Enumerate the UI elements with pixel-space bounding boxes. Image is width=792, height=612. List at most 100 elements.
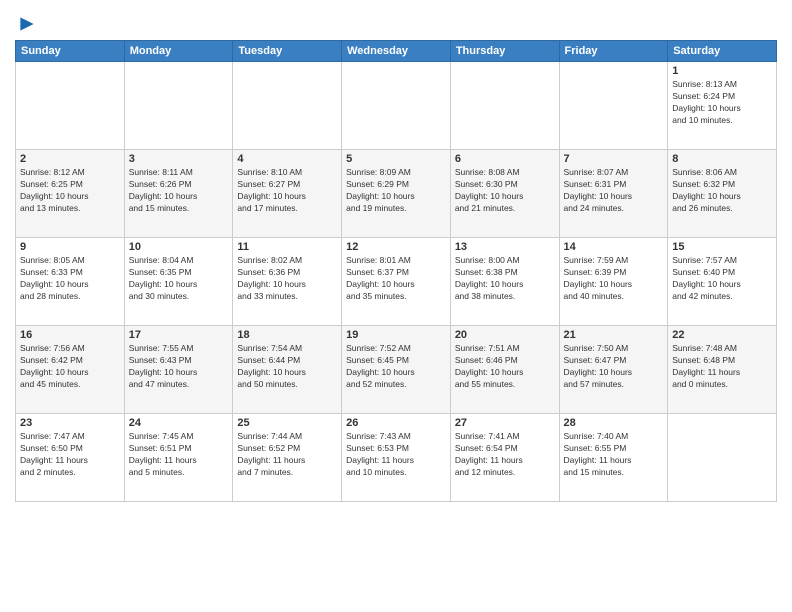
- weekday-header-saturday: Saturday: [668, 41, 777, 62]
- day-cell: 13 Sunrise: 8:00 AM Sunset: 6:38 PM Dayli…: [450, 238, 559, 326]
- day-number: 18: [237, 329, 337, 341]
- header: [15, 10, 777, 34]
- day-number: 5: [346, 153, 446, 165]
- week-row-3: 9 Sunrise: 8:05 AM Sunset: 6:33 PM Daylig…: [16, 238, 777, 326]
- day-cell: 2 Sunrise: 8:12 AM Sunset: 6:25 PM Daylig…: [16, 150, 125, 238]
- day-number: 8: [672, 153, 772, 165]
- day-cell: 21 Sunrise: 7:50 AM Sunset: 6:47 PM Dayli…: [559, 326, 668, 414]
- day-info: Sunrise: 8:08 AM Sunset: 6:30 PM Dayligh…: [455, 167, 555, 215]
- day-info: Sunrise: 7:40 AM Sunset: 6:55 PM Dayligh…: [564, 431, 664, 479]
- weekday-header-monday: Monday: [124, 41, 233, 62]
- day-cell: 23 Sunrise: 7:47 AM Sunset: 6:50 PM Dayli…: [16, 414, 125, 502]
- day-cell: 22 Sunrise: 7:48 AM Sunset: 6:48 PM Dayli…: [668, 326, 777, 414]
- day-info: Sunrise: 7:56 AM Sunset: 6:42 PM Dayligh…: [20, 343, 120, 391]
- day-info: Sunrise: 7:50 AM Sunset: 6:47 PM Dayligh…: [564, 343, 664, 391]
- day-info: Sunrise: 7:48 AM Sunset: 6:48 PM Dayligh…: [672, 343, 772, 391]
- day-cell: 28 Sunrise: 7:40 AM Sunset: 6:55 PM Dayli…: [559, 414, 668, 502]
- day-number: 7: [564, 153, 664, 165]
- day-info: Sunrise: 7:41 AM Sunset: 6:54 PM Dayligh…: [455, 431, 555, 479]
- day-cell: 17 Sunrise: 7:55 AM Sunset: 6:43 PM Dayli…: [124, 326, 233, 414]
- day-cell: 27 Sunrise: 7:41 AM Sunset: 6:54 PM Dayli…: [450, 414, 559, 502]
- day-info: Sunrise: 7:52 AM Sunset: 6:45 PM Dayligh…: [346, 343, 446, 391]
- day-info: Sunrise: 7:44 AM Sunset: 6:52 PM Dayligh…: [237, 431, 337, 479]
- day-info: Sunrise: 8:13 AM Sunset: 6:24 PM Dayligh…: [672, 79, 772, 127]
- day-cell: [233, 62, 342, 150]
- day-info: Sunrise: 7:51 AM Sunset: 6:46 PM Dayligh…: [455, 343, 555, 391]
- day-cell: 19Sunrise: 7:52 AM Sunset: 6:45 PM Dayli…: [342, 326, 451, 414]
- day-number: 15: [672, 241, 772, 253]
- weekday-header-wednesday: Wednesday: [342, 41, 451, 62]
- day-cell: 24Sunrise: 7:45 AM Sunset: 6:51 PM Dayli…: [124, 414, 233, 502]
- day-number: 28: [564, 417, 664, 429]
- day-cell: 4 Sunrise: 8:10 AM Sunset: 6:27 PM Daylig…: [233, 150, 342, 238]
- weekday-header-thursday: Thursday: [450, 41, 559, 62]
- day-cell: 16 Sunrise: 7:56 AM Sunset: 6:42 PM Dayli…: [16, 326, 125, 414]
- day-cell: 3 Sunrise: 8:11 AM Sunset: 6:26 PM Daylig…: [124, 150, 233, 238]
- day-info: Sunrise: 8:09 AM Sunset: 6:29 PM Dayligh…: [346, 167, 446, 215]
- weekday-header-sunday: Sunday: [16, 41, 125, 62]
- day-cell: 15 Sunrise: 7:57 AM Sunset: 6:40 PM Dayli…: [668, 238, 777, 326]
- day-number: 17: [129, 329, 229, 341]
- day-info: Sunrise: 8:05 AM Sunset: 6:33 PM Dayligh…: [20, 255, 120, 303]
- day-cell: 25 Sunrise: 7:44 AM Sunset: 6:52 PM Dayli…: [233, 414, 342, 502]
- week-row-2: 2 Sunrise: 8:12 AM Sunset: 6:25 PM Daylig…: [16, 150, 777, 238]
- weekday-header-row: SundayMondayTuesdayWednesdayThursdayFrid…: [16, 41, 777, 62]
- weekday-header-friday: Friday: [559, 41, 668, 62]
- day-cell: 9 Sunrise: 8:05 AM Sunset: 6:33 PM Daylig…: [16, 238, 125, 326]
- day-number: 3: [129, 153, 229, 165]
- logo: [15, 14, 37, 34]
- day-info: Sunrise: 8:00 AM Sunset: 6:38 PM Dayligh…: [455, 255, 555, 303]
- day-cell: 5 Sunrise: 8:09 AM Sunset: 6:29 PM Daylig…: [342, 150, 451, 238]
- day-number: 24: [129, 417, 229, 429]
- day-number: 21: [564, 329, 664, 341]
- day-cell: [450, 62, 559, 150]
- day-cell: [668, 414, 777, 502]
- day-number: 26: [346, 417, 446, 429]
- day-number: 9: [20, 241, 120, 253]
- day-cell: 12 Sunrise: 8:01 AM Sunset: 6:37 PM Dayli…: [342, 238, 451, 326]
- day-number: 22: [672, 329, 772, 341]
- day-info: Sunrise: 8:10 AM Sunset: 6:27 PM Dayligh…: [237, 167, 337, 215]
- day-cell: 10Sunrise: 8:04 AM Sunset: 6:35 PM Dayli…: [124, 238, 233, 326]
- day-number: 13: [455, 241, 555, 253]
- day-cell: 6 Sunrise: 8:08 AM Sunset: 6:30 PM Daylig…: [450, 150, 559, 238]
- day-number: 2: [20, 153, 120, 165]
- day-cell: [16, 62, 125, 150]
- day-cell: 14 Sunrise: 7:59 AM Sunset: 6:39 PM Dayli…: [559, 238, 668, 326]
- day-info: Sunrise: 8:07 AM Sunset: 6:31 PM Dayligh…: [564, 167, 664, 215]
- day-info: Sunrise: 7:47 AM Sunset: 6:50 PM Dayligh…: [20, 431, 120, 479]
- day-number: 23: [20, 417, 120, 429]
- week-row-5: 23 Sunrise: 7:47 AM Sunset: 6:50 PM Dayli…: [16, 414, 777, 502]
- day-number: 4: [237, 153, 337, 165]
- day-cell: 1 Sunrise: 8:13 AM Sunset: 6:24 PM Daylig…: [668, 62, 777, 150]
- week-row-4: 16 Sunrise: 7:56 AM Sunset: 6:42 PM Dayli…: [16, 326, 777, 414]
- day-number: 25: [237, 417, 337, 429]
- day-info: Sunrise: 7:59 AM Sunset: 6:39 PM Dayligh…: [564, 255, 664, 303]
- day-cell: [124, 62, 233, 150]
- day-cell: 26 Sunrise: 7:43 AM Sunset: 6:53 PM Dayli…: [342, 414, 451, 502]
- day-info: Sunrise: 7:55 AM Sunset: 6:43 PM Dayligh…: [129, 343, 229, 391]
- day-info: Sunrise: 8:12 AM Sunset: 6:25 PM Dayligh…: [20, 167, 120, 215]
- day-info: Sunrise: 8:04 AM Sunset: 6:35 PM Dayligh…: [129, 255, 229, 303]
- day-info: Sunrise: 8:01 AM Sunset: 6:37 PM Dayligh…: [346, 255, 446, 303]
- day-number: 6: [455, 153, 555, 165]
- day-cell: 8Sunrise: 8:06 AM Sunset: 6:32 PM Daylig…: [668, 150, 777, 238]
- weekday-header-tuesday: Tuesday: [233, 41, 342, 62]
- day-cell: 7 Sunrise: 8:07 AM Sunset: 6:31 PM Daylig…: [559, 150, 668, 238]
- day-info: Sunrise: 7:57 AM Sunset: 6:40 PM Dayligh…: [672, 255, 772, 303]
- calendar: SundayMondayTuesdayWednesdayThursdayFrid…: [15, 40, 777, 502]
- day-cell: [342, 62, 451, 150]
- day-number: 11: [237, 241, 337, 253]
- day-info: Sunrise: 7:43 AM Sunset: 6:53 PM Dayligh…: [346, 431, 446, 479]
- day-number: 16: [20, 329, 120, 341]
- day-number: 27: [455, 417, 555, 429]
- day-number: 1: [672, 65, 772, 77]
- day-number: 12: [346, 241, 446, 253]
- day-info: Sunrise: 8:11 AM Sunset: 6:26 PM Dayligh…: [129, 167, 229, 215]
- day-number: 20: [455, 329, 555, 341]
- day-info: Sunrise: 8:02 AM Sunset: 6:36 PM Dayligh…: [237, 255, 337, 303]
- week-row-1: 1 Sunrise: 8:13 AM Sunset: 6:24 PM Daylig…: [16, 62, 777, 150]
- day-number: 14: [564, 241, 664, 253]
- logo-icon: [17, 14, 37, 34]
- day-cell: 18Sunrise: 7:54 AM Sunset: 6:44 PM Dayli…: [233, 326, 342, 414]
